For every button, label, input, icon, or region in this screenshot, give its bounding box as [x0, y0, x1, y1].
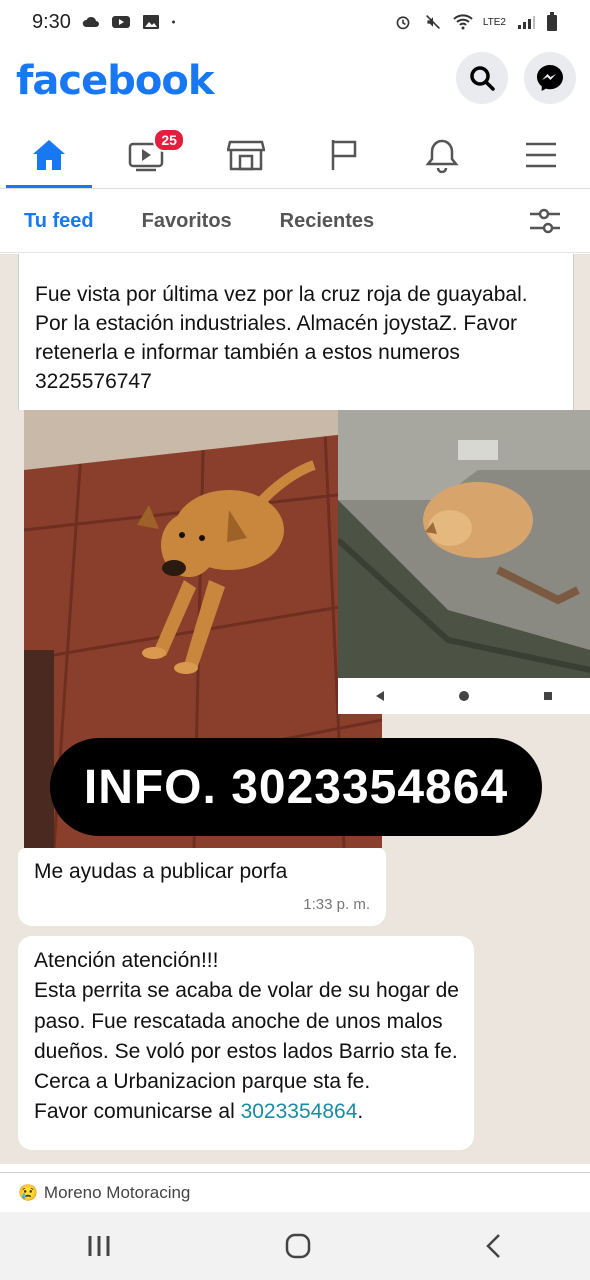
youtube-icon	[111, 16, 130, 28]
info-phone-text: INFO. 3023354864	[83, 760, 509, 814]
nav-marketplace[interactable]	[197, 122, 295, 188]
search-icon	[470, 66, 495, 91]
back-triangle-icon	[375, 691, 384, 701]
nav-menu[interactable]	[492, 122, 590, 188]
alarm-icon	[396, 16, 410, 30]
facebook-logo[interactable]: facebook	[16, 58, 214, 104]
flag-icon	[331, 140, 357, 170]
chat-bubble-announcement: Atención atención!!! Esta perrita se aca…	[18, 936, 474, 1150]
feed-filter-button[interactable]	[528, 206, 562, 241]
dog-photo-curled	[338, 410, 590, 682]
chat-message-text: Me ayudas a publicar porfa	[34, 860, 288, 883]
chat-bubble-publish: Me ayudas a publicar porfa 1:33 p. m.	[18, 848, 386, 926]
announcement-end: .	[357, 1100, 364, 1124]
wifi-icon	[453, 14, 473, 30]
app-header: facebook	[0, 44, 590, 120]
photo-android-navbar	[338, 678, 590, 714]
post-image[interactable]: Fue vista por última vez por la cruz roj…	[0, 254, 590, 1164]
nav-notifications[interactable]	[393, 122, 491, 188]
filter-sliders-icon	[530, 208, 560, 234]
post-caption-card: Fue vista por última vez por la cruz roj…	[18, 254, 574, 410]
system-nav-bar	[0, 1212, 590, 1280]
nav-video[interactable]: 25	[98, 122, 196, 188]
messenger-button[interactable]	[524, 52, 576, 104]
announcement-text: Atención atención!!! Esta perrita se aca…	[34, 946, 464, 1128]
search-button[interactable]	[456, 52, 508, 104]
gallery-icon	[142, 15, 159, 29]
feed-tabs: Tu feed Favoritos Recientes	[0, 190, 590, 253]
signal-icon	[518, 16, 535, 29]
recents-square-icon	[544, 692, 553, 700]
next-post-header[interactable]: 😢 Moreno Motoracing	[0, 1172, 590, 1212]
hamburger-menu-icon	[525, 142, 556, 168]
nav-pages[interactable]	[295, 122, 393, 188]
recent-apps-icon[interactable]	[86, 1234, 112, 1258]
network-label: LTE2	[482, 16, 506, 28]
notification-dot-icon	[171, 20, 175, 24]
announcement-body: Atención atención!!! Esta perrita se aca…	[34, 949, 459, 1124]
post-caption: Fue vista por última vez por la cruz roj…	[35, 283, 528, 393]
battery-icon	[547, 12, 557, 31]
status-bar: 9:30 LTE2	[0, 0, 590, 44]
status-time: 9:30	[32, 10, 71, 33]
tab-tu-feed[interactable]: Tu feed	[0, 190, 118, 252]
marketplace-icon	[226, 140, 265, 171]
video-badge: 25	[153, 128, 185, 152]
bell-icon	[425, 139, 460, 173]
info-phone-overlay: INFO. 3023354864	[50, 738, 542, 836]
home-circle-icon	[458, 691, 469, 701]
home-button-icon[interactable]	[285, 1233, 311, 1259]
tab-favoritos[interactable]: Favoritos	[118, 190, 256, 252]
tab-recientes[interactable]: Recientes	[256, 190, 399, 252]
next-post-author[interactable]: Moreno Motoracing	[44, 1183, 190, 1203]
back-button-icon[interactable]	[484, 1233, 504, 1259]
messenger-icon	[537, 65, 563, 91]
nav-home[interactable]	[0, 122, 98, 188]
mute-icon	[425, 15, 440, 29]
chat-message-time: 1:33 p. m.	[303, 896, 370, 913]
sad-emoji-icon: 😢	[18, 1184, 38, 1202]
home-icon	[33, 140, 66, 170]
cloud-icon	[82, 16, 99, 27]
announcement-phone-link[interactable]: 3023354864	[241, 1100, 358, 1123]
main-nav: 25	[0, 122, 590, 189]
